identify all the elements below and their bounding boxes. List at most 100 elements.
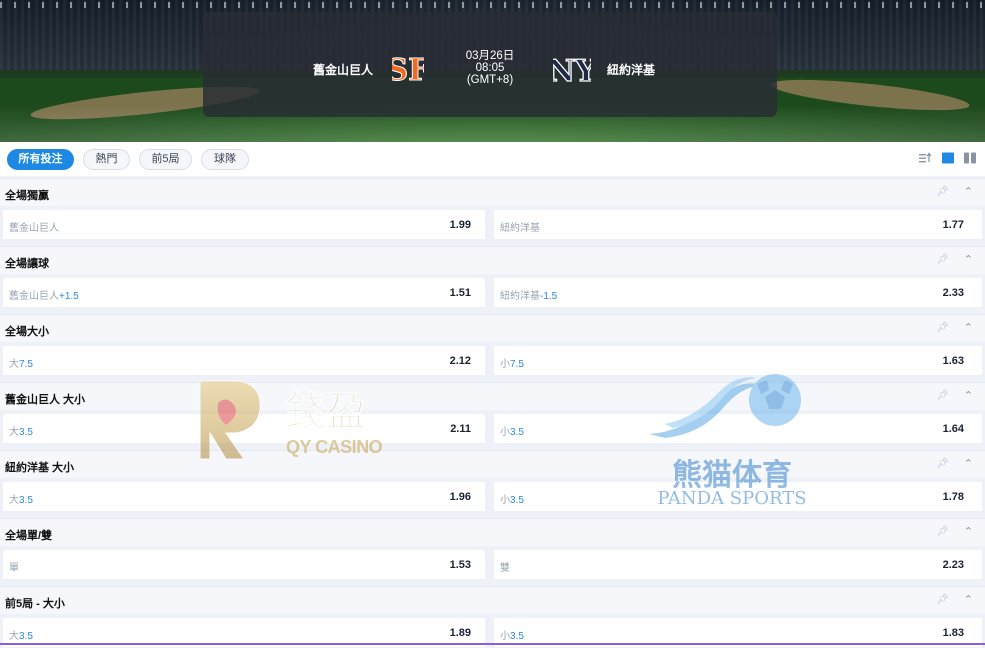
pin-icon[interactable]: 📌︎ [936, 458, 949, 469]
chevron-up-icon[interactable]: ⌃ [964, 253, 973, 266]
odds-value: 1.63 [942, 355, 964, 367]
selection-label: 大7.5 [9, 355, 33, 370]
odds-value: 1.96 [449, 491, 471, 503]
match-datetime: 03月26日 08:05 (GMT+8) [458, 50, 522, 86]
odds-cell-right[interactable]: 雙 2.23 [494, 550, 982, 579]
match-time: 08:05 [475, 62, 505, 74]
odds-cell-right[interactable]: 小3.5 1.78 [494, 482, 982, 511]
selection-label: 小3.5 [500, 491, 524, 506]
odds-value: 1.89 [449, 627, 471, 639]
market-title: 紐約洋基 大小 [5, 462, 75, 474]
market-title: 全場讓球 [5, 258, 49, 270]
odds-cell-left[interactable]: 大7.5 2.12 [3, 346, 485, 375]
market-header[interactable]: 前5局 - 大小 📌︎ ⌃ [0, 586, 985, 614]
selection-name: 紐約洋基 [500, 223, 540, 234]
selection-label: 紐約洋基 [500, 219, 540, 234]
single-column-icon[interactable] [941, 151, 955, 165]
selection-label: 單 [9, 559, 19, 574]
odds-cell-left[interactable]: 舊金山巨人 1.99 [3, 210, 485, 239]
svg-text:NY: NY [553, 54, 591, 87]
selection-label: 舊金山巨人 [9, 219, 59, 234]
tab-all-bets[interactable]: 所有投注 [7, 149, 74, 170]
odds-cell-left[interactable]: 單 1.53 [3, 550, 485, 579]
selection-line: 3.5 [510, 631, 524, 642]
odds-cell-right[interactable]: 小3.5 1.64 [494, 414, 982, 443]
selection-name: 小 [500, 495, 510, 506]
market-title: 前5局 - 大小 [5, 598, 65, 610]
selection-name: 小 [500, 631, 510, 642]
selection-label: 小3.5 [500, 627, 524, 642]
selection-label: 大3.5 [9, 423, 33, 438]
chevron-up-icon[interactable]: ⌃ [964, 389, 973, 402]
selection-label: 舊金山巨人+1.5 [9, 287, 79, 302]
pin-icon[interactable]: 📌︎ [936, 186, 949, 197]
selection-line: 7.5 [510, 359, 524, 370]
tab-first-5-innings[interactable]: 前5局 [139, 149, 192, 170]
selection-line: 3.5 [19, 427, 33, 438]
stadium-lights [0, 2, 985, 8]
selection-name: 大 [9, 495, 19, 506]
odds-cell-right[interactable]: 小7.5 1.63 [494, 346, 982, 375]
pin-icon[interactable]: 📌︎ [936, 254, 949, 265]
bottom-accent-line [0, 643, 985, 645]
selection-name: 大 [9, 631, 19, 642]
market-title: 全場單/雙 [5, 530, 53, 542]
selection-label: 紐約洋基-1.5 [500, 287, 557, 302]
selection-label: 大3.5 [9, 491, 33, 506]
odds-cell-right[interactable]: 紐約洋基-1.5 2.33 [494, 278, 982, 307]
odds-value: 1.99 [449, 219, 471, 231]
odds-value: 1.78 [942, 491, 964, 503]
selection-line: 3.5 [19, 495, 33, 506]
market-filter-bar: 所有投注 熱門 前5局 球隊 [0, 142, 985, 176]
market-header[interactable]: 紐約洋基 大小 📌︎ ⌃ [0, 450, 985, 478]
tab-popular[interactable]: 熱門 [83, 149, 130, 170]
tab-team[interactable]: 球隊 [201, 149, 249, 170]
chevron-up-icon[interactable]: ⌃ [964, 525, 973, 538]
sort-icon[interactable] [918, 151, 932, 165]
selection-name: 雙 [500, 563, 510, 574]
selection-label: 大3.5 [9, 627, 33, 642]
odds-value: 1.77 [942, 219, 964, 231]
selection-name: 大 [9, 427, 19, 438]
pin-icon[interactable]: 📌︎ [936, 390, 949, 401]
odds-cell-left[interactable]: 大3.5 2.11 [3, 414, 485, 443]
pin-icon[interactable]: 📌︎ [936, 594, 949, 605]
market-title: 全場獨贏 [5, 190, 49, 202]
market-header[interactable]: 全場單/雙 📌︎ ⌃ [0, 518, 985, 546]
selection-line: +1.5 [59, 291, 79, 302]
sf-giants-logo-icon: SF [392, 53, 424, 87]
selection-label: 小7.5 [500, 355, 524, 370]
chevron-up-icon[interactable]: ⌃ [964, 321, 973, 334]
selection-name: 單 [9, 563, 19, 574]
selection-name: 舊金山巨人 [9, 291, 59, 302]
market-header[interactable]: 全場獨贏 📌︎ ⌃ [0, 178, 985, 206]
home-team-name: 舊金山巨人 [313, 63, 374, 77]
chevron-up-icon[interactable]: ⌃ [964, 593, 973, 606]
pin-icon[interactable]: 📌︎ [936, 322, 949, 333]
match-hero-banner: 舊金山巨人 SF 03月26日 08:05 (GMT+8) NY 紐約洋基 [0, 0, 985, 142]
selection-label: 小3.5 [500, 423, 524, 438]
chevron-up-icon[interactable]: ⌃ [964, 185, 973, 198]
svg-text:SF: SF [392, 53, 424, 86]
selection-line: 3.5 [510, 427, 524, 438]
market-header[interactable]: 全場讓球 📌︎ ⌃ [0, 246, 985, 274]
odds-value: 1.53 [449, 559, 471, 571]
chevron-up-icon[interactable]: ⌃ [964, 457, 973, 470]
market-header[interactable]: 全場大小 📌︎ ⌃ [0, 314, 985, 342]
two-column-icon[interactable] [963, 151, 977, 165]
odds-value: 2.12 [449, 355, 471, 367]
selection-line: -1.5 [540, 291, 558, 302]
odds-value: 2.33 [942, 287, 964, 299]
market-title: 全場大小 [5, 326, 49, 338]
odds-value: 2.23 [942, 559, 964, 571]
away-team-name: 紐約洋基 [607, 63, 656, 77]
market-header[interactable]: 舊金山巨人 大小 📌︎ ⌃ [0, 382, 985, 410]
odds-cell-left[interactable]: 大3.5 1.96 [3, 482, 485, 511]
match-date: 03月26日 [465, 50, 515, 62]
odds-value: 1.51 [449, 287, 471, 299]
selection-name: 舊金山巨人 [9, 223, 59, 234]
pin-icon[interactable]: 📌︎ [936, 526, 949, 537]
odds-cell-right[interactable]: 紐約洋基 1.77 [494, 210, 982, 239]
odds-cell-left[interactable]: 舊金山巨人+1.5 1.51 [3, 278, 485, 307]
ny-yankees-logo-icon: NY [553, 53, 591, 87]
